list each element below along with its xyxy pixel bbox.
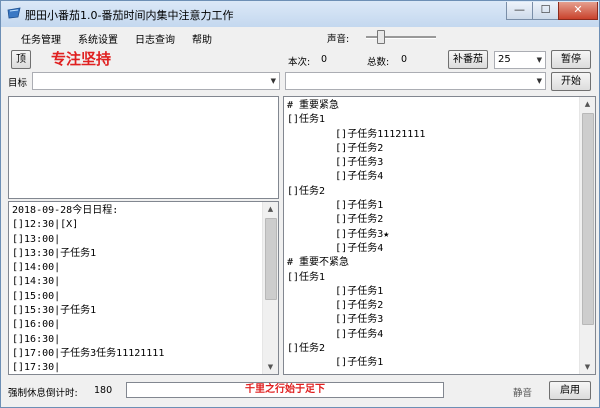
start-button[interactable]: 开始 (551, 72, 591, 91)
schedule-list: 2018-09-28今日日程: []12:30|[X] []13:00| []13:3… (12, 204, 164, 374)
task-line[interactable]: []子任务3 (287, 313, 425, 327)
chevron-down-icon: ▼ (536, 56, 542, 64)
chevron-down-icon: ▼ (270, 77, 276, 85)
menu-task-management[interactable]: 任务管理 (21, 31, 61, 46)
notes-textarea[interactable] (8, 96, 279, 199)
scroll-up-icon[interactable]: ▲ (263, 202, 278, 216)
scroll-down-icon[interactable]: ▼ (580, 360, 595, 374)
close-icon: ✕ (573, 3, 583, 16)
schedule-line[interactable]: []14:30| (12, 275, 164, 289)
schedule-scrollbar[interactable]: ▲ ▼ (262, 202, 278, 374)
task-select[interactable]: ▼ (285, 72, 546, 90)
schedule-panel[interactable]: 2018-09-28今日日程: []12:30|[X] []13:00| []13:3… (8, 201, 279, 375)
this-count-value: 0 (321, 54, 328, 65)
app-logo-icon (7, 7, 21, 19)
rest-countdown-label: 强制休息倒计时: (8, 388, 78, 399)
task-list: # 重要紧急 []任务1 []子任务11121111 []子任务2 []子任务3 … (287, 99, 425, 371)
task-scroll-thumb[interactable] (582, 113, 594, 325)
menu-system-settings[interactable]: 系统设置 (78, 31, 118, 46)
task-line[interactable]: []任务2 (287, 342, 425, 356)
task-list-panel[interactable]: # 重要紧急 []任务1 []子任务11121111 []子任务2 []子任务3 … (283, 96, 596, 375)
minimize-icon: — (514, 3, 525, 16)
this-count-label: 本次: (288, 57, 311, 68)
menu-help[interactable]: 帮助 (192, 31, 212, 46)
task-line[interactable]: []子任务3★ (287, 228, 425, 242)
schedule-scroll-thumb[interactable] (265, 218, 277, 300)
maximize-button[interactable]: ☐ (532, 2, 559, 20)
scroll-up-icon[interactable]: ▲ (580, 97, 595, 111)
title-bar[interactable]: 肥田小番茄1.0-番茄时间内集中注意力工作 — ☐ ✕ (1, 1, 599, 27)
task-line[interactable]: []子任务1 (287, 285, 425, 299)
task-line[interactable]: []子任务1 (287, 199, 425, 213)
total-count-value: 0 (401, 54, 408, 65)
task-line[interactable]: # 重要紧急 (287, 99, 425, 113)
schedule-line[interactable]: []17:00|子任务3任务11121111 (12, 347, 164, 361)
task-line[interactable]: []子任务2 (287, 142, 425, 156)
task-line[interactable]: # 重要不紧急 (287, 256, 425, 270)
close-button[interactable]: ✕ (558, 2, 598, 20)
rest-countdown-value: 180 (94, 385, 113, 396)
motto-field: 千里之行始于足下 (126, 382, 444, 398)
schedule-line[interactable]: []15:30|子任务1 (12, 304, 164, 318)
pause-button[interactable]: 暂停 (551, 50, 591, 69)
mute-label: 静音 (513, 388, 533, 399)
schedule-line[interactable]: []16:30| (12, 333, 164, 347)
schedule-line[interactable]: []12:30|[X] (12, 218, 164, 232)
schedule-line[interactable]: []14:00| (12, 261, 164, 275)
enable-button[interactable]: 启用 (549, 381, 591, 400)
schedule-line[interactable]: []16:00| (12, 318, 164, 332)
maximize-icon: ☐ (540, 3, 551, 16)
add-tomato-button[interactable]: 补番茄 (448, 50, 488, 69)
menu-log-query[interactable]: 日志查询 (135, 31, 175, 46)
schedule-line[interactable]: []13:00| (12, 233, 164, 247)
sound-slider-thumb[interactable] (377, 30, 385, 44)
schedule-line[interactable]: []17:30| (12, 361, 164, 374)
task-line[interactable]: []子任务1 (287, 356, 425, 370)
window-title: 肥田小番茄1.0-番茄时间内集中注意力工作 (25, 9, 234, 22)
schedule-line[interactable]: 2018-09-28今日日程: (12, 204, 164, 218)
pin-top-button[interactable]: 顶 (11, 50, 31, 69)
slogan-text: 专注坚持 (51, 50, 112, 68)
task-line[interactable]: []子任务11121111 (287, 128, 425, 142)
scroll-down-icon[interactable]: ▼ (263, 360, 278, 374)
chevron-down-icon: ▼ (536, 77, 542, 85)
task-line[interactable]: []子任务4 (287, 170, 425, 184)
task-line[interactable]: []任务2 (287, 185, 425, 199)
task-line[interactable]: []任务1 (287, 113, 425, 127)
goal-select[interactable]: ▼ (32, 72, 280, 90)
sound-label: 声音: (327, 34, 350, 45)
task-line[interactable]: []子任务3 (287, 156, 425, 170)
menu-bar: 任务管理 系统设置 日志查询 帮助 (1, 28, 599, 46)
task-line[interactable]: []子任务2 (287, 213, 425, 227)
task-line[interactable]: []任务1 (287, 271, 425, 285)
schedule-line[interactable]: []13:30|子任务1 (12, 247, 164, 261)
task-line[interactable]: []子任务4 (287, 328, 425, 342)
total-count-label: 总数: (367, 57, 390, 68)
task-line[interactable]: []子任务4 (287, 242, 425, 256)
goal-label: 目标 (8, 78, 28, 89)
task-line[interactable]: []子任务2 (287, 299, 425, 313)
app-window: 肥田小番茄1.0-番茄时间内集中注意力工作 — ☐ ✕ 任务管理 系统设置 日志… (0, 0, 600, 408)
minutes-select-value: 25 (498, 54, 511, 65)
minimize-button[interactable]: — (506, 2, 533, 20)
minutes-select[interactable]: 25 ▼ (494, 51, 546, 69)
schedule-line[interactable]: []15:00| (12, 290, 164, 304)
task-scrollbar[interactable]: ▲ ▼ (579, 97, 595, 374)
